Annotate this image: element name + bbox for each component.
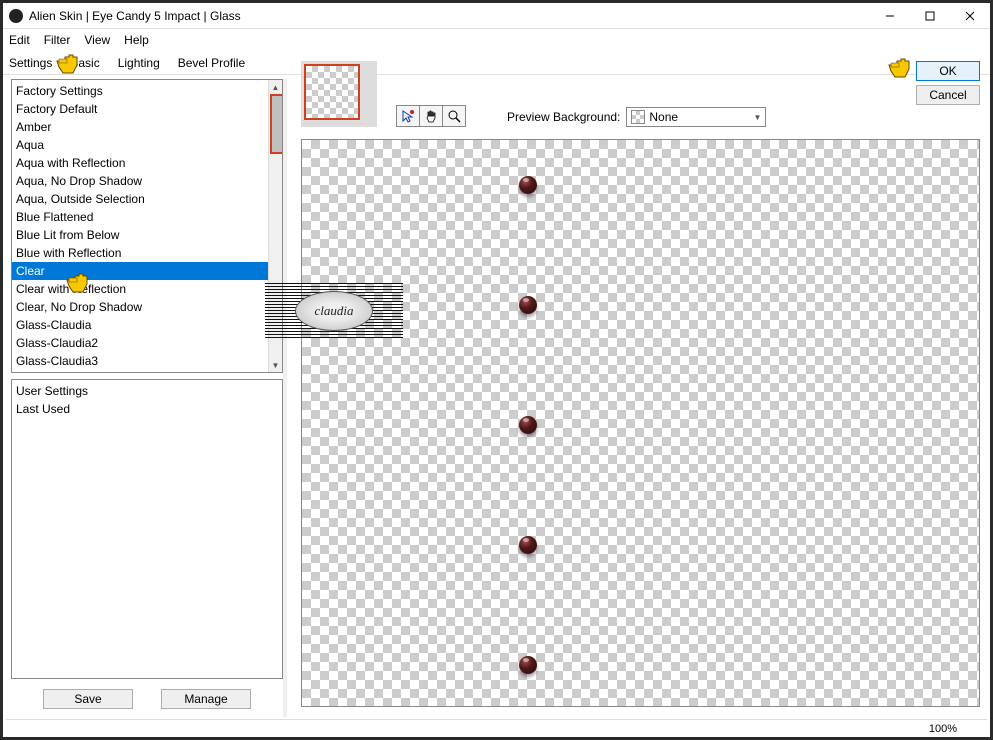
list-item[interactable]: Clear <box>12 262 282 280</box>
zoom-tool-icon[interactable] <box>442 105 466 127</box>
list-item[interactable]: Clear, No Drop Shadow <box>12 298 282 316</box>
tab-settings[interactable]: Settings <box>9 56 52 70</box>
list-item[interactable]: Blue with Reflection <box>12 244 282 262</box>
preview-tools <box>397 105 466 127</box>
menu-view[interactable]: View <box>84 33 110 47</box>
list-item[interactable]: Glass-Claudia2 <box>12 334 282 352</box>
list-item[interactable]: Aqua, No Drop Shadow <box>12 172 282 190</box>
list-item[interactable]: Factory Default <box>12 100 282 118</box>
list-item[interactable]: User Settings <box>12 382 282 400</box>
scroll-down-icon[interactable]: ▼ <box>269 358 282 372</box>
tabbar: Settings Basic Lighting Bevel Profile <box>3 51 990 75</box>
save-button[interactable]: Save <box>43 689 133 709</box>
settings-panel: Factory SettingsFactory DefaultAmberAqua… <box>11 79 283 717</box>
list-item[interactable]: Blue Flattened <box>12 208 282 226</box>
watermark-text: claudia <box>295 291 373 331</box>
preview-background-combo[interactable]: None ▼ <box>626 107 766 127</box>
list-item[interactable]: Last Used <box>12 400 282 418</box>
combo-value: None <box>649 110 753 124</box>
preview-object <box>519 176 537 194</box>
tab-bevel-profile[interactable]: Bevel Profile <box>178 56 245 70</box>
dialog-buttons: OK Cancel <box>916 61 980 105</box>
list-item[interactable]: Glass-Claudia3 <box>12 352 282 370</box>
preview-object <box>519 536 537 554</box>
app-icon <box>9 9 23 23</box>
tab-basic[interactable]: Basic <box>70 56 99 70</box>
user-settings-list[interactable]: User SettingsLast Used <box>11 379 283 679</box>
preview-background-row: Preview Background: None ▼ <box>507 107 766 127</box>
statusbar: 100% <box>6 719 987 737</box>
content-area: Factory SettingsFactory DefaultAmberAqua… <box>11 79 982 717</box>
scroll-up-icon[interactable]: ▲ <box>269 80 282 94</box>
preview-object <box>519 416 537 434</box>
thumbnail[interactable] <box>301 61 377 127</box>
thumbnail-strip <box>301 61 377 127</box>
titlebar: Alien Skin | Eye Candy 5 Impact | Glass <box>3 3 990 29</box>
preview-panel: Preview Background: None ▼ OK Cancel <box>287 79 982 717</box>
watermark-badge: claudia <box>265 283 403 339</box>
menu-edit[interactable]: Edit <box>9 33 30 47</box>
window-controls <box>870 3 990 28</box>
list-item[interactable]: Factory Settings <box>12 82 282 100</box>
minimize-button[interactable] <box>870 3 910 28</box>
factory-settings-list[interactable]: Factory SettingsFactory DefaultAmberAqua… <box>11 79 283 373</box>
list-item[interactable]: Clear with Reflection <box>12 280 282 298</box>
menu-filter[interactable]: Filter <box>44 33 71 47</box>
preview-object <box>519 296 537 314</box>
list-item[interactable]: Aqua with Reflection <box>12 154 282 172</box>
preview-canvas[interactable] <box>301 139 980 707</box>
list-item[interactable]: Aqua <box>12 136 282 154</box>
scroll-thumb[interactable] <box>270 94 283 154</box>
zoom-level: 100% <box>929 723 957 735</box>
manage-button[interactable]: Manage <box>161 689 251 709</box>
list-item[interactable]: Aqua, Outside Selection <box>12 190 282 208</box>
hand-tool-icon[interactable] <box>419 105 443 127</box>
settings-buttons: Save Manage <box>11 685 283 717</box>
cancel-button[interactable]: Cancel <box>916 85 980 105</box>
list-item[interactable]: Blue Lit from Below <box>12 226 282 244</box>
list-item[interactable]: Glass-Claudia <box>12 316 282 334</box>
chevron-down-icon: ▼ <box>753 113 761 122</box>
pointer-tool-icon[interactable] <box>396 105 420 127</box>
window-title: Alien Skin | Eye Candy 5 Impact | Glass <box>29 9 870 23</box>
tab-lighting[interactable]: Lighting <box>118 56 160 70</box>
close-button[interactable] <box>950 3 990 28</box>
transparency-swatch-icon <box>631 110 645 124</box>
preview-object <box>519 656 537 674</box>
list-item[interactable]: Amber <box>12 118 282 136</box>
maximize-button[interactable] <box>910 3 950 28</box>
menubar: Edit Filter View Help <box>3 29 990 51</box>
menu-help[interactable]: Help <box>124 33 149 47</box>
ok-button[interactable]: OK <box>916 61 980 81</box>
preview-background-label: Preview Background: <box>507 110 620 124</box>
